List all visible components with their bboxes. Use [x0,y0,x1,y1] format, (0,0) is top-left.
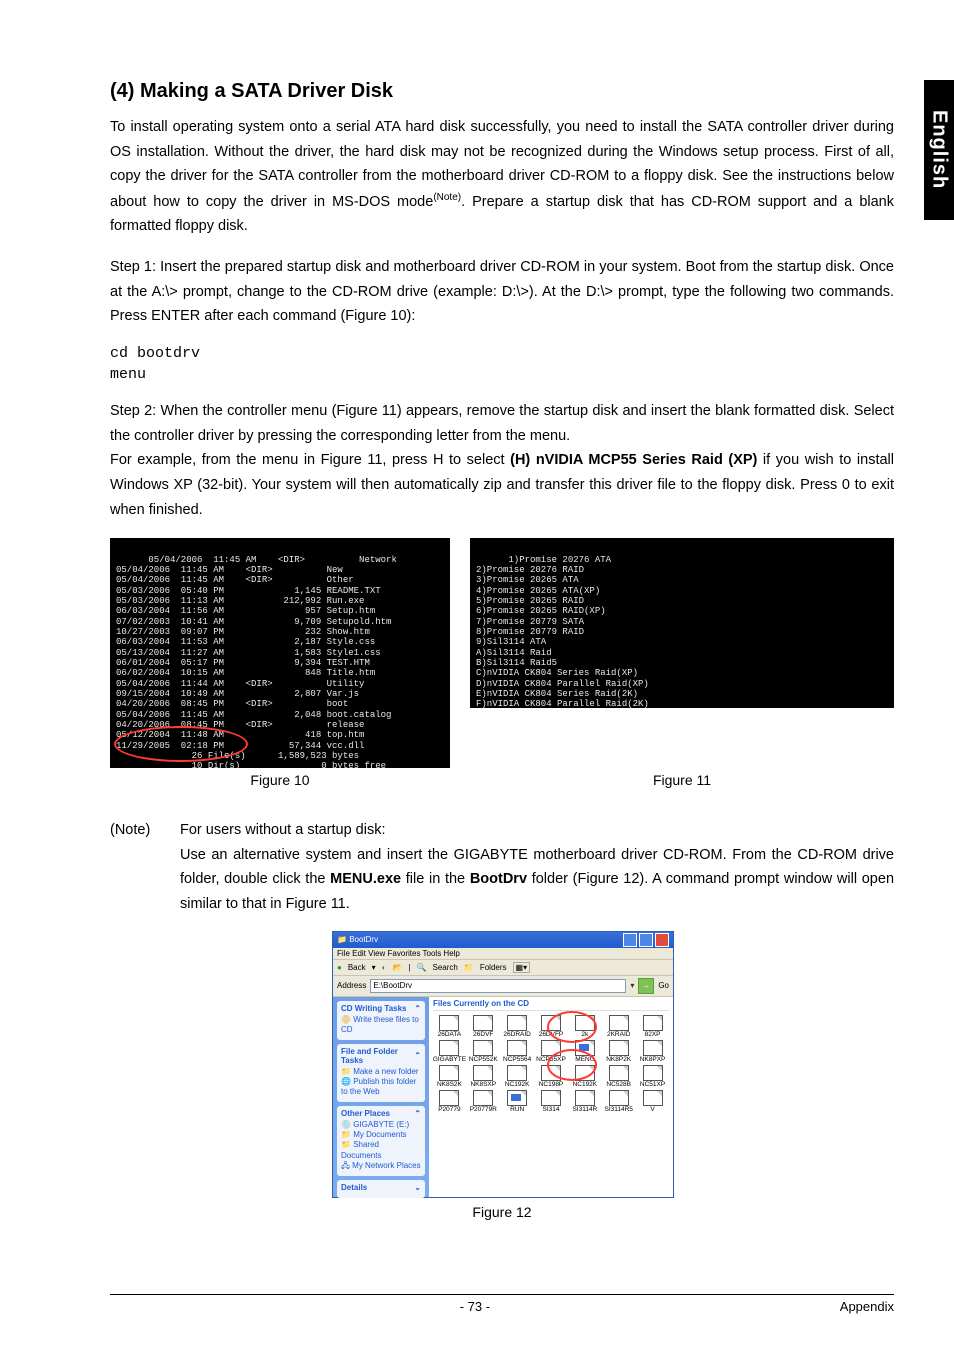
file-item[interactable]: MENU [568,1040,601,1063]
file-item[interactable]: 26DATA [433,1015,466,1038]
file-item[interactable]: NK8P2K [602,1040,635,1063]
sidebar-network[interactable]: 🖧 My Network Places [341,1161,421,1171]
figure-12-explorer-window: 📁 BootDrv File Edit View Favorites Tools… [332,931,674,1198]
close-button[interactable] [655,933,669,947]
note-body: For users without a startup disk: Use an… [180,818,894,917]
toolbar[interactable]: ● Back ▾ ◐ 📂 | 🔍Search 📁Folders ▦▾ [333,960,673,976]
explorer-sidebar: CD Writing Tasks⌃ 📀 Write these files to… [333,997,429,1197]
address-input[interactable] [370,979,626,993]
go-button[interactable]: → [638,978,654,994]
figure-12-caption: Figure 12 [332,1204,672,1220]
figure-11-dosbox: 1)Promise 20276 ATA 2)Promise 20276 RAID… [470,538,894,708]
section-title: (4) Making a SATA Driver Disk [110,80,894,103]
file-item[interactable]: NK8SXP [467,1065,500,1088]
file-item[interactable]: SI314 [535,1090,568,1113]
paragraph-intro: To install operating system onto a seria… [110,115,894,239]
file-item[interactable]: 26DRAID [501,1015,534,1038]
file-item[interactable]: NCP55XP [535,1040,568,1063]
file-item[interactable]: NCP5564 [501,1040,534,1063]
file-item[interactable]: 26DVFP [535,1015,568,1038]
figure-11-caption: Figure 11 [470,772,894,788]
file-item[interactable]: NC192K [501,1065,534,1088]
file-item[interactable]: RUN [501,1090,534,1113]
file-item[interactable]: 2KRAID [602,1015,635,1038]
file-pane-header: Files Currently on the CD [433,999,669,1011]
minimize-button[interactable] [623,933,637,947]
file-item[interactable]: NC198P [535,1065,568,1088]
file-item[interactable]: NC528B [602,1065,635,1088]
sidebar-publish[interactable]: 🌐 Publish this folder to the Web [341,1077,421,1098]
note-label: (Note) [110,818,180,917]
file-item[interactable]: P20779 [433,1090,466,1113]
file-item[interactable]: GIGABYTE [433,1040,466,1063]
file-item[interactable]: NC51XP [636,1065,669,1088]
sidebar-my-documents[interactable]: 📁 My Documents [341,1130,421,1140]
command-1: cd bootdrv [110,345,894,362]
paragraph-step1: Step 1: Insert the prepared startup disk… [110,255,894,329]
paragraph-step2: Step 2: When the controller menu (Figure… [110,399,894,448]
sidebar-new-folder[interactable]: 📁 Make a new folder [341,1067,421,1077]
address-bar[interactable]: Address ▾ → Go [333,976,673,997]
highlight-ellipse-commands [114,726,248,762]
menu-bar[interactable]: File Edit View Favorites Tools Help [333,948,673,960]
window-titlebar[interactable]: 📁 BootDrv [333,932,673,948]
file-pane[interactable]: Files Currently on the CD 26DATA26DVF26D… [429,997,673,1197]
maximize-button[interactable] [639,933,653,947]
page-number: - 73 - [460,1299,490,1314]
file-item[interactable]: 26DVF [467,1015,500,1038]
file-item[interactable]: 82XP [636,1015,669,1038]
file-item[interactable]: NCP552K [467,1040,500,1063]
file-item[interactable]: V [636,1090,669,1113]
figure-10-caption: Figure 10 [110,772,450,788]
file-item[interactable]: NC192K [568,1065,601,1088]
footer-section: Appendix [840,1299,894,1314]
command-2: menu [110,366,894,383]
file-item[interactable]: SI3114R [568,1090,601,1113]
figure-10-dosbox: 05/04/2006 11:45 AM <DIR> Network 05/04/… [110,538,450,768]
sidebar-shared[interactable]: 📁 Shared Documents [341,1140,421,1161]
file-item[interactable]: 2k [568,1015,601,1038]
language-tab: English [924,80,954,220]
paragraph-example: For example, from the menu in Figure 11,… [110,448,894,522]
sidebar-drive[interactable]: 💿 GIGABYTE (E:) [341,1120,421,1130]
sidebar-write-files[interactable]: 📀 Write these files to CD [341,1015,421,1036]
file-item[interactable]: NK8PXP [636,1040,669,1063]
file-item[interactable]: P20779R [467,1090,500,1113]
file-item[interactable]: NK8S2K [433,1065,466,1088]
file-item[interactable]: SI3114R5 [602,1090,635,1113]
